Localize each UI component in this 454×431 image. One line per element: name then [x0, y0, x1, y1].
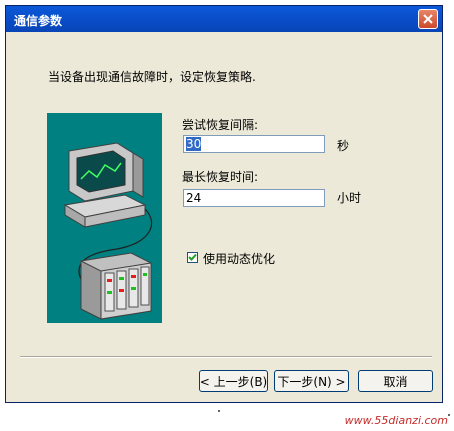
stray-dot: [448, 414, 450, 416]
max-recovery-value: 24: [186, 191, 202, 205]
retry-interval-value: 30: [186, 137, 202, 151]
retry-interval-input[interactable]: 30: [183, 135, 325, 153]
next-button[interactable]: 下一步(N) >: [274, 370, 349, 392]
dynamic-optimization-checkbox[interactable]: [187, 252, 198, 263]
window-title: 通信参数: [14, 14, 63, 28]
dynamic-optimization-label: 使用动态优化: [203, 252, 276, 266]
max-recovery-label: 最长恢复时间:: [182, 170, 259, 184]
cancel-button[interactable]: 取消: [358, 370, 433, 392]
close-icon: [423, 14, 433, 24]
retry-interval-label: 尝试恢复间隔:: [182, 118, 259, 132]
site-watermark: www.55dianzi.com: [344, 414, 448, 427]
button-separator: [20, 356, 432, 358]
stray-dot: [218, 410, 220, 412]
computer-network-illustration: [47, 113, 162, 323]
title-bar[interactable]: 通信参数: [6, 6, 442, 32]
max-recovery-input[interactable]: 24: [183, 189, 325, 207]
checkmark-icon: [188, 253, 197, 261]
max-recovery-unit: 小时: [337, 191, 362, 205]
instruction-text: 当设备出现通信故障时，设定恢复策略.: [48, 70, 256, 84]
close-button[interactable]: [418, 9, 438, 29]
retry-interval-unit: 秒: [337, 139, 350, 153]
back-button[interactable]: < 上一步(B): [199, 370, 268, 392]
dialog-window: 通信参数 当设备出现通信故障时，设定恢复策略. 尝试恢复间隔: 30 秒 最长恢…: [5, 5, 443, 403]
